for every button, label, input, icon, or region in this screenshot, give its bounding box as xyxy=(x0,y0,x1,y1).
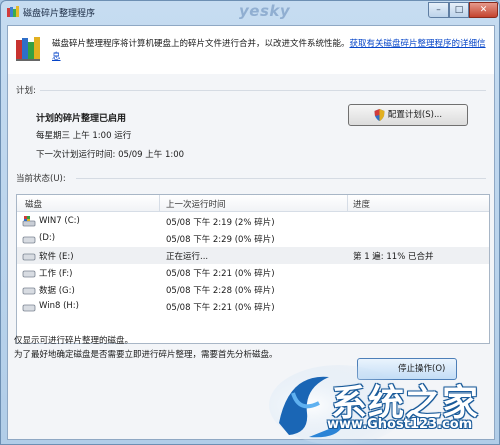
table-row[interactable]: WIN7 (C:) 05/08 下午 2:19 (2% 碎片) xyxy=(17,213,489,230)
schedule-section-label: 计划: xyxy=(16,86,36,96)
status-divider xyxy=(76,178,486,179)
defrag-app-icon xyxy=(7,6,19,17)
defrag-large-icon xyxy=(16,37,40,61)
column-last-run[interactable]: 上一次运行时间 xyxy=(166,198,226,210)
last-run: 05/08 下午 2:19 (2% 碎片) xyxy=(166,218,275,228)
footer-note-analyze: 为了最好地确定磁盘是否需要立即进行碎片整理，需要首先分析磁盘。 xyxy=(14,350,278,360)
system-drive-icon xyxy=(22,216,36,227)
last-run: 05/08 下午 2:29 (0% 碎片) xyxy=(166,235,275,245)
description-text: 磁盘碎片整理程序将计算机硬盘上的碎片文件进行合并，以改进文件系统性能。获取有关磁… xyxy=(52,38,488,64)
drive-icon xyxy=(22,304,36,312)
footer-note-disks: 仅显示可进行碎片整理的磁盘。 xyxy=(14,336,134,346)
table-row[interactable]: 数据 (G:) 05/08 下午 2:28 (0% 碎片) xyxy=(17,281,489,298)
drive-icon xyxy=(22,287,36,295)
drive-icon xyxy=(22,236,36,244)
watermark-text: yesky xyxy=(239,2,291,20)
maximize-button[interactable]: □ xyxy=(449,2,469,18)
close-button[interactable]: ✕ xyxy=(469,2,498,18)
column-separator xyxy=(159,195,160,211)
disk-name: (D:) xyxy=(39,233,56,243)
table-row-selected[interactable]: 软件 (E:) 正在运行... 第 1 遍: 11% 已合并 xyxy=(17,247,489,264)
disk-name: WIN7 (C:) xyxy=(39,216,80,226)
disk-name: 软件 (E:) xyxy=(39,252,74,262)
disk-name: 工作 (F:) xyxy=(39,269,73,279)
description-header: 磁盘碎片整理程序将计算机硬盘上的碎片文件进行合并，以改进文件系统性能。获取有关磁… xyxy=(8,26,494,74)
uac-shield-icon xyxy=(374,108,385,121)
last-run: 05/08 下午 2:21 (0% 碎片) xyxy=(166,269,275,279)
drive-icon xyxy=(22,253,36,261)
column-disk[interactable]: 磁盘 xyxy=(25,198,42,210)
window-title: 磁盘碎片整理程序 xyxy=(23,9,96,19)
title-bar[interactable]: 磁盘碎片整理程序 yesky – □ ✕ xyxy=(1,1,499,25)
column-separator xyxy=(347,195,348,211)
site-logo-url: www.Ghost123.com xyxy=(327,417,473,432)
table-row[interactable]: Win8 (H:) 05/08 下午 2:21 (0% 碎片) xyxy=(17,298,489,315)
current-status-label: 当前状态(U): xyxy=(16,174,66,184)
disk-name: 数据 (G:) xyxy=(39,286,75,296)
drive-icon xyxy=(22,270,36,278)
schedule-next-run: 下一次计划运行时间: 05/09 上午 1:00 xyxy=(36,150,185,160)
column-progress[interactable]: 进度 xyxy=(353,198,370,210)
configure-schedule-label: 配置计划(S)... xyxy=(387,110,443,120)
progress: 第 1 遍: 11% 已合并 xyxy=(353,252,434,262)
schedule-frequency: 每星期三 上午 1:00 运行 xyxy=(36,131,132,141)
window-frame: 磁盘碎片整理程序 yesky – □ ✕ 磁盘碎片整理程序将计算机硬盘上的碎片文… xyxy=(0,0,500,445)
disk-list-header: 磁盘 上一次运行时间 进度 xyxy=(17,195,489,212)
last-run: 正在运行... xyxy=(166,252,209,262)
disk-list[interactable]: 磁盘 上一次运行时间 进度 WIN7 (C:) 05/08 下午 2:19 (2… xyxy=(16,194,490,344)
table-row[interactable]: (D:) 05/08 下午 2:29 (0% 碎片) xyxy=(17,230,489,247)
last-run: 05/08 下午 2:28 (0% 碎片) xyxy=(166,286,275,296)
configure-schedule-button[interactable]: 配置计划(S)... xyxy=(348,104,468,126)
disk-name: Win8 (H:) xyxy=(39,301,79,311)
table-row[interactable]: 工作 (F:) 05/08 下午 2:21 (0% 碎片) xyxy=(17,264,489,281)
schedule-divider xyxy=(40,90,486,91)
schedule-status: 计划的碎片整理已启用 xyxy=(36,114,127,124)
description-body: 磁盘碎片整理程序将计算机硬盘上的碎片文件进行合并，以改进文件系统性能。 xyxy=(52,39,350,49)
minimize-button[interactable]: – xyxy=(428,2,449,18)
last-run: 05/08 下午 2:21 (0% 碎片) xyxy=(166,303,275,313)
